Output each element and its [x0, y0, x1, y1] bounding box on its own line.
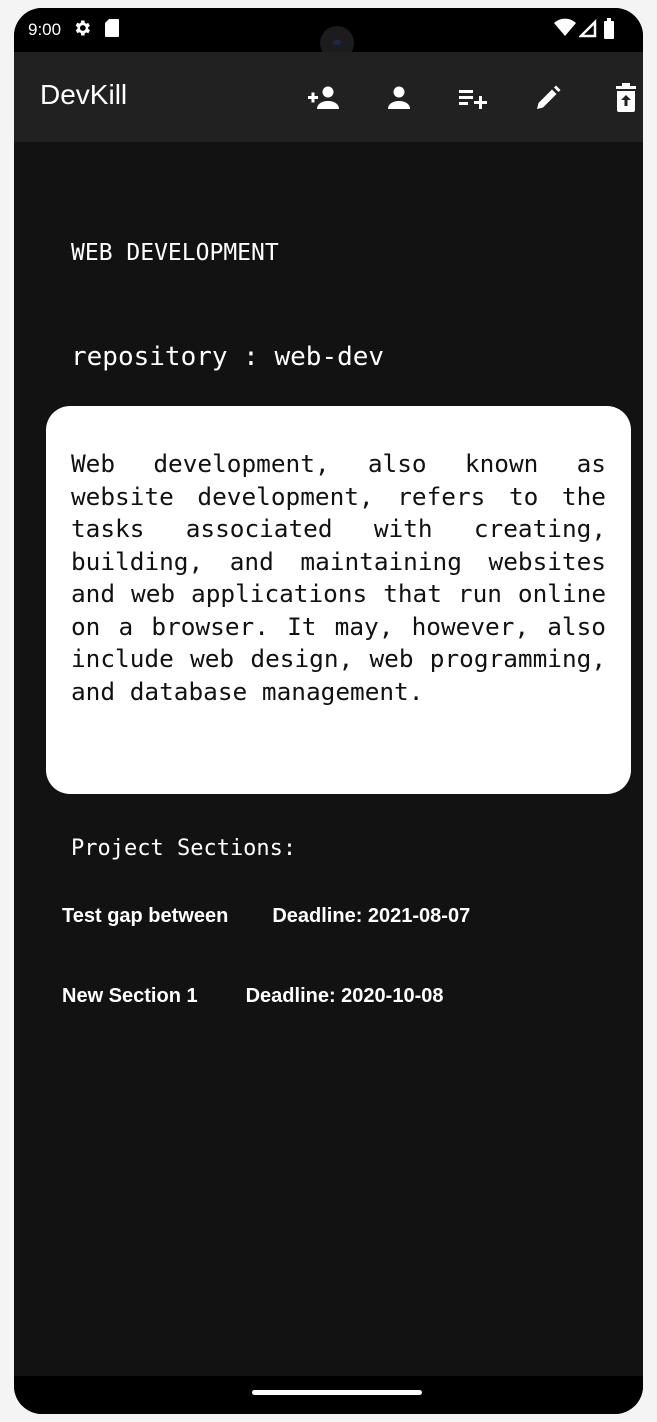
- playlist-add-icon[interactable]: [453, 78, 493, 118]
- section-name: Test gap between: [62, 905, 229, 927]
- signal-icon: [577, 18, 597, 42]
- sd-card-icon: [104, 18, 120, 42]
- project-title: WEB DEVELOPMENT: [71, 240, 279, 266]
- person-icon[interactable]: [379, 78, 419, 118]
- section-row[interactable]: New Section 1 Deadline: 2020-10-08: [62, 985, 444, 1008]
- project-description: Web development, also known as website d…: [71, 449, 606, 706]
- edit-icon[interactable]: [528, 78, 568, 118]
- repository-label: repository : web-dev: [71, 342, 385, 372]
- section-row[interactable]: Test gap between Deadline: 2021-08-07: [62, 905, 470, 928]
- status-time: 9:00: [28, 20, 62, 39]
- delete-icon[interactable]: [606, 78, 643, 118]
- app-title: DevKill: [40, 79, 128, 110]
- section-deadline: Deadline: 2020-10-08: [245, 985, 444, 1007]
- phone-screen: 9:00 DevKill WEB DEVELOPMENT repository …: [14, 8, 643, 1414]
- app-bar: DevKill: [14, 52, 643, 142]
- section-name: New Section 1: [62, 985, 198, 1007]
- wifi-icon: [554, 18, 576, 42]
- description-card: Web development, also known as website d…: [46, 406, 631, 794]
- sections-heading: Project Sections:: [71, 836, 297, 861]
- add-person-icon[interactable]: [304, 78, 344, 118]
- navigation-bar: [14, 1376, 643, 1414]
- status-bar: 9:00: [14, 8, 643, 60]
- section-deadline: Deadline: 2021-08-07: [272, 905, 471, 927]
- settings-icon: [72, 18, 92, 42]
- battery-icon: [603, 18, 615, 44]
- home-gesture-handle[interactable]: [252, 1390, 422, 1395]
